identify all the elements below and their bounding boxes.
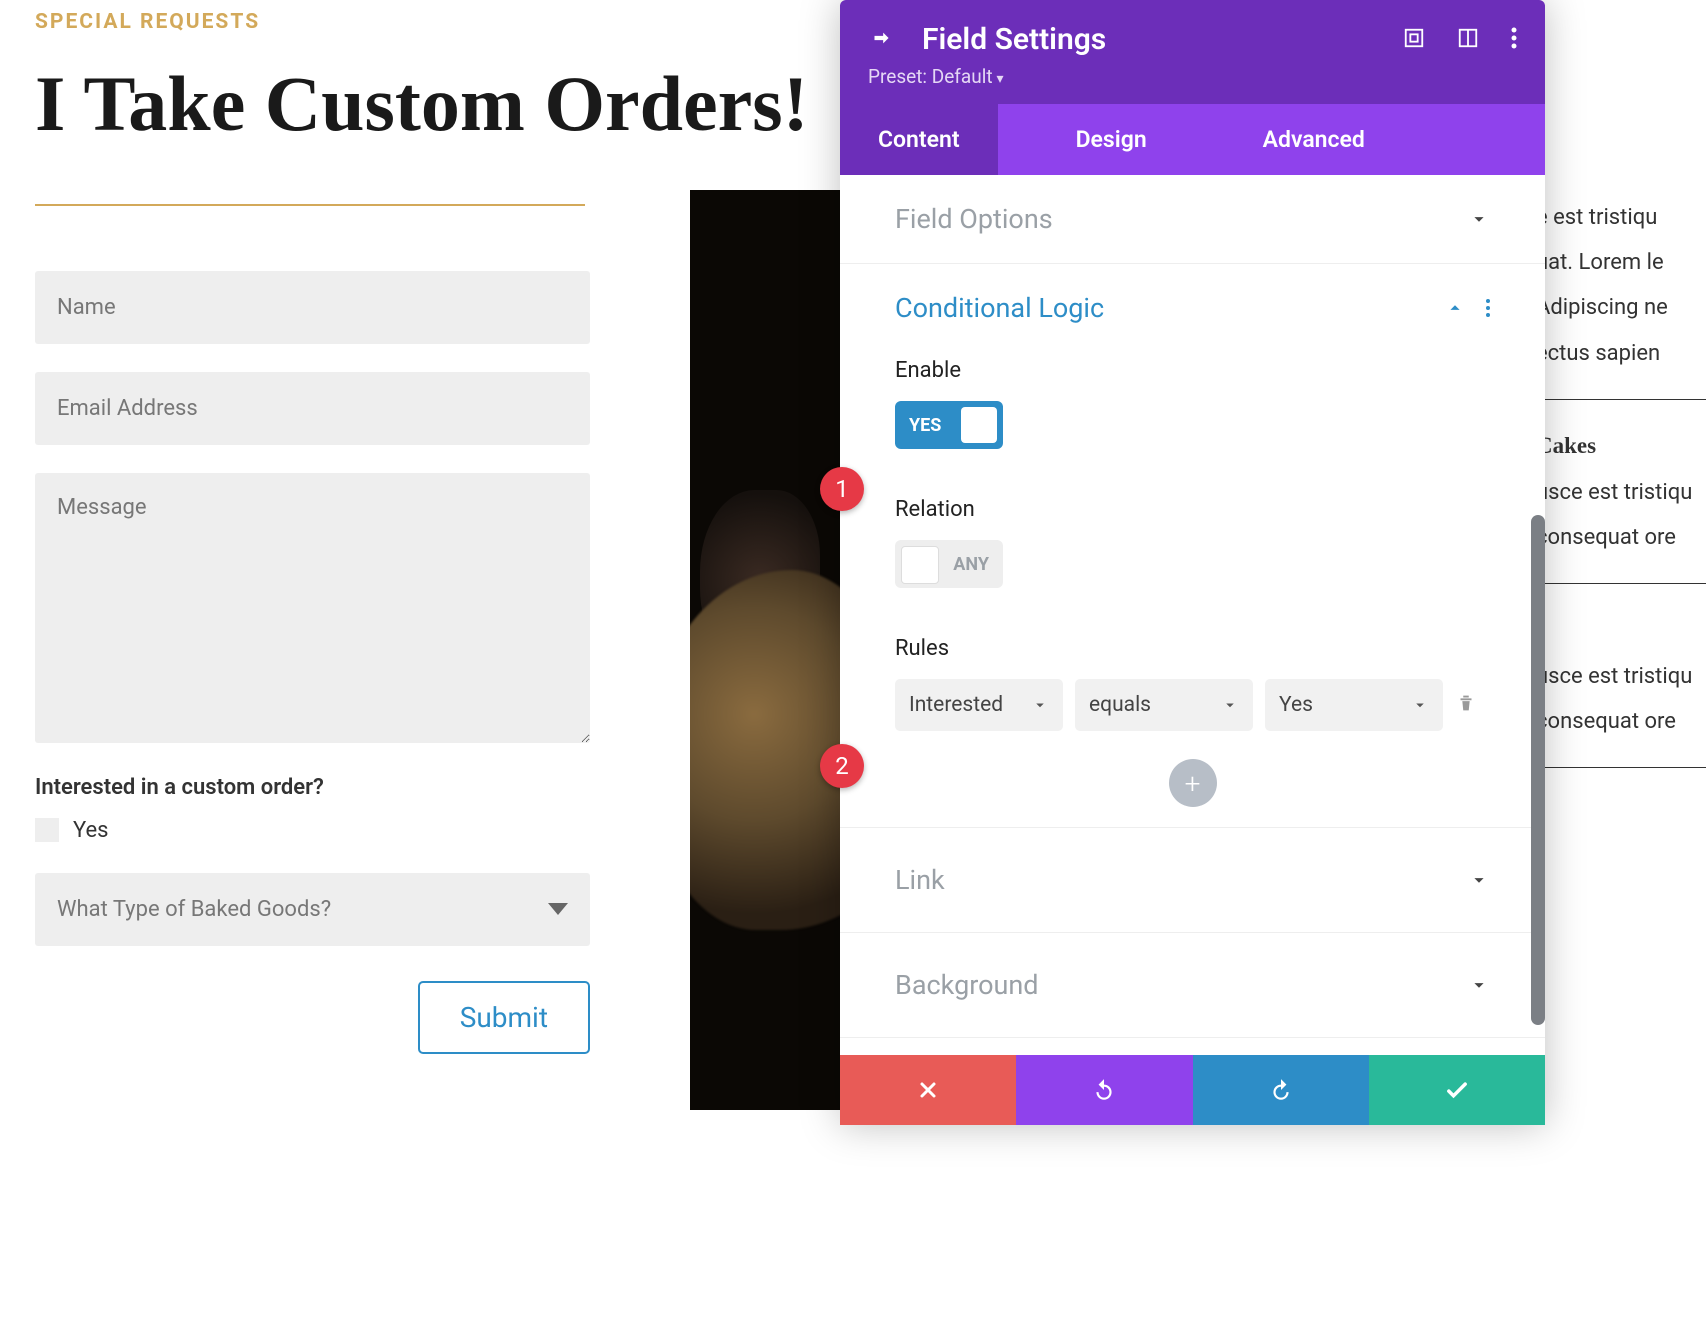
chevron-down-icon <box>1221 696 1239 714</box>
side-content: e est tristiquuat. Lorem leAdipiscing ne… <box>1536 200 1706 796</box>
section-background[interactable]: Background <box>895 969 1490 1001</box>
enable-toggle[interactable]: YES <box>895 401 1003 449</box>
tab-content[interactable]: Content <box>840 104 998 175</box>
yes-checkbox[interactable] <box>35 818 59 842</box>
chevron-up-icon <box>1444 297 1466 319</box>
kebab-icon[interactable] <box>1511 27 1517 53</box>
chevron-down-icon <box>1411 696 1429 714</box>
back-icon[interactable] <box>868 25 894 55</box>
annotation-2: 2 <box>820 744 864 788</box>
section-link[interactable]: Link <box>895 864 1490 896</box>
rule-op-dropdown[interactable]: equals <box>1075 679 1253 731</box>
chevron-down-icon <box>1031 696 1049 714</box>
email-input[interactable] <box>35 372 590 445</box>
section-field-options[interactable]: Field Options <box>895 203 1490 235</box>
section-menu-icon[interactable] <box>1486 299 1490 317</box>
relation-toggle[interactable]: ANY <box>895 540 1003 588</box>
rule-field-dropdown[interactable]: Interested <box>895 679 1063 731</box>
panel-scrollbar[interactable] <box>1531 515 1545 1025</box>
tab-design[interactable]: Design <box>1038 104 1185 175</box>
chevron-down-icon <box>1468 974 1490 996</box>
layout-icon[interactable] <box>1457 27 1479 53</box>
select-label: What Type of Baked Goods? <box>57 897 331 922</box>
rules-label: Rules <box>895 636 1490 661</box>
chevron-down-icon <box>1468 869 1490 891</box>
enable-label: Enable <box>895 358 1490 383</box>
divider <box>35 204 585 206</box>
submit-button[interactable]: Submit <box>418 981 590 1054</box>
undo-button[interactable] <box>1016 1055 1192 1125</box>
rule-value-dropdown[interactable]: Yes <box>1265 679 1443 731</box>
caret-down-icon <box>548 903 568 915</box>
chevron-down-icon <box>1468 208 1490 230</box>
redo-button[interactable] <box>1193 1055 1369 1125</box>
annotation-1: 1 <box>820 467 864 511</box>
cancel-button[interactable] <box>840 1055 1016 1125</box>
expand-icon[interactable] <box>1403 27 1425 53</box>
baked-goods-select[interactable]: What Type of Baked Goods? <box>35 873 590 946</box>
question-label: Interested in a custom order? <box>35 775 590 800</box>
add-rule-button[interactable]: + <box>1169 759 1217 807</box>
message-input[interactable] <box>35 473 590 743</box>
tab-advanced[interactable]: Advanced <box>1225 104 1403 175</box>
section-conditional-logic[interactable]: Conditional Logic <box>895 292 1490 324</box>
panel-title: Field Settings <box>922 22 1106 57</box>
side-heading-cakes: Cakes <box>1536 428 1706 465</box>
save-button[interactable] <box>1369 1055 1545 1125</box>
checkbox-label: Yes <box>73 818 109 843</box>
delete-rule-icon[interactable] <box>1455 692 1477 718</box>
field-settings-panel: Field Settings Preset: Default▾ Content … <box>840 0 1545 1125</box>
relation-label: Relation <box>895 497 1490 522</box>
preset-selector[interactable]: Preset: Default▾ <box>868 65 1517 88</box>
name-input[interactable] <box>35 271 590 344</box>
